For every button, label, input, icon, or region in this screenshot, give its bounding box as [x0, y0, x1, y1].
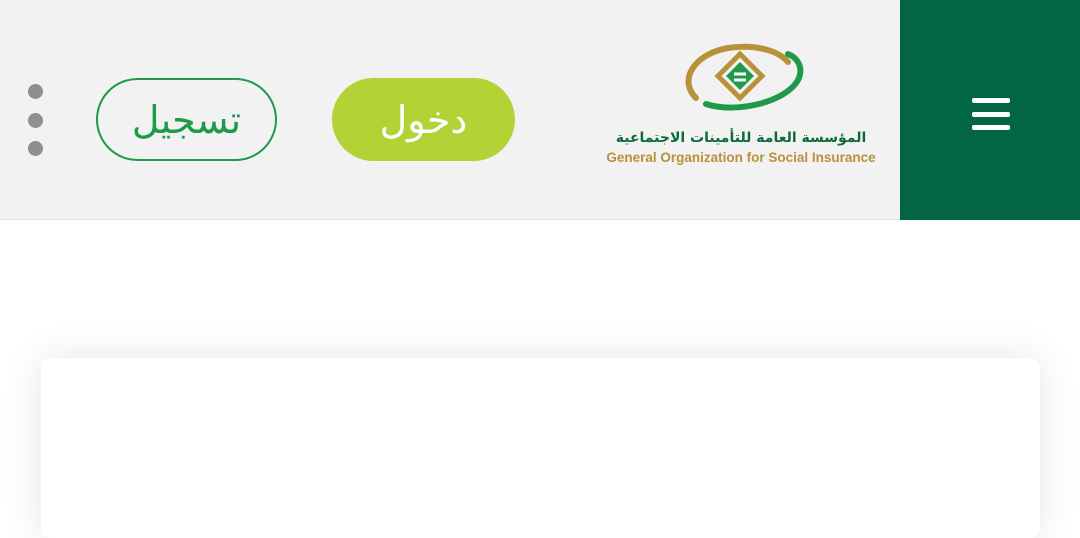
hamburger-icon — [972, 98, 1010, 130]
menu-button[interactable] — [900, 0, 1080, 220]
login-button[interactable]: دخول — [332, 78, 515, 161]
app-header: تسجيل دخول المؤسسة العامة للتأمينات الاج… — [0, 0, 1080, 220]
register-button[interactable]: تسجيل — [96, 78, 277, 161]
logo-arabic-text: المؤسسة العامة للتأمينات الاجتماعية — [615, 130, 867, 146]
gosi-emblem-icon — [685, 43, 804, 111]
more-vertical-icon-dot — [27, 141, 43, 156]
gosi-logo[interactable]: المؤسسة العامة للتأمينات الاجتماعية Gene… — [600, 40, 882, 170]
more-vertical-icon-dot — [27, 84, 43, 99]
more-options-button[interactable] — [20, 80, 50, 160]
content-card — [41, 358, 1040, 538]
more-vertical-icon-dot — [27, 112, 43, 128]
logo-english-text: General Organization for Social Insuranc… — [606, 150, 876, 165]
